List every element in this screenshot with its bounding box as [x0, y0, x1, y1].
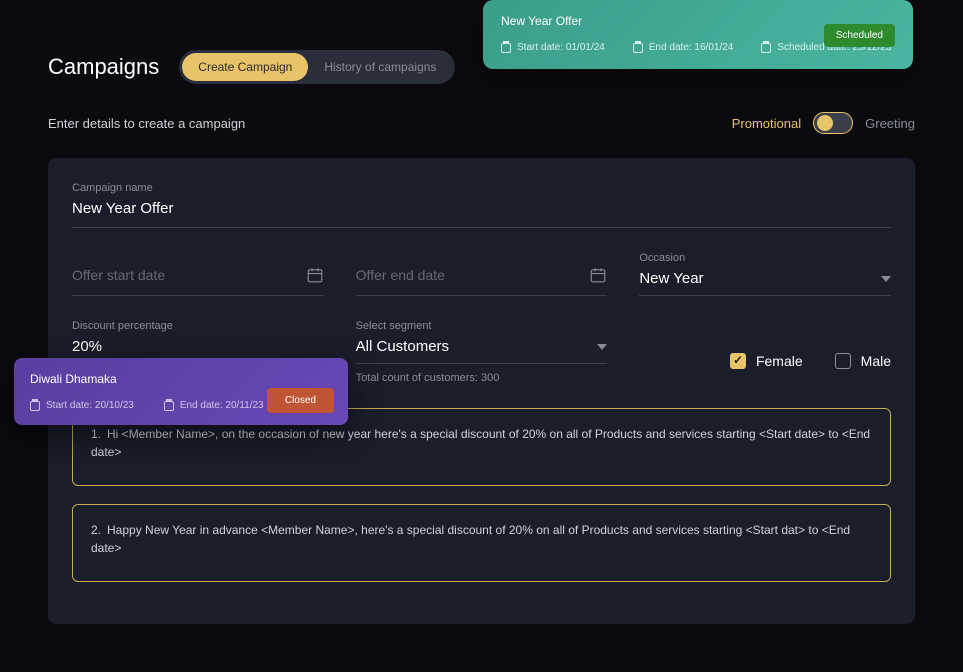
toast-closed: Diwali Dhamaka Start date: 20/10/23 End … — [14, 358, 348, 425]
calendar-icon — [501, 43, 511, 53]
toast-end-date: End date: 16/01/24 — [633, 42, 734, 53]
toast-title: Diwali Dhamaka — [30, 372, 332, 386]
calendar-icon — [306, 266, 324, 284]
badge-scheduled: Scheduled — [824, 24, 895, 47]
template-num: 2. — [91, 523, 101, 537]
checkbox-male[interactable] — [835, 353, 851, 369]
start-date-field[interactable]: Offer start date — [72, 252, 324, 296]
campaign-name-field[interactable]: Campaign name New Year Offer — [72, 182, 891, 228]
gender-male[interactable]: Male — [835, 353, 891, 369]
template-text: Hi <Member Name>, on the occasion of new… — [91, 427, 870, 459]
toast-start-date: Start date: 01/01/24 — [501, 42, 605, 53]
checkbox-female[interactable] — [730, 353, 746, 369]
template-num: 1. — [91, 427, 101, 441]
segment-field[interactable]: Select segment All Customers Total count… — [356, 320, 608, 384]
message-template-2[interactable]: 2.Happy New Year in advance <Member Name… — [72, 504, 891, 582]
calendar-icon — [30, 401, 40, 411]
occasion-field[interactable]: Occasion New Year — [639, 252, 891, 296]
campaign-name-value: New Year Offer — [72, 200, 891, 227]
occasion-value: New Year — [639, 270, 703, 287]
campaign-name-label: Campaign name — [72, 182, 891, 194]
toggle-switch[interactable] — [813, 112, 853, 134]
customer-count: Total count of customers: 300 — [356, 372, 608, 384]
calendar-icon — [164, 401, 174, 411]
toggle-greeting-label: Greeting — [865, 116, 915, 131]
chevron-down-icon — [597, 344, 607, 350]
toggle-promotional-label: Promotional — [732, 116, 801, 131]
gender-group: Female Male — [639, 320, 891, 384]
segment-label: Select segment — [356, 320, 608, 332]
occasion-label: Occasion — [639, 252, 891, 264]
badge-closed: Closed — [267, 388, 334, 413]
tab-group: Create Campaign History of campaigns — [179, 50, 455, 84]
chevron-down-icon — [881, 276, 891, 282]
tab-create-campaign[interactable]: Create Campaign — [182, 53, 308, 81]
start-date-placeholder: Offer start date — [72, 267, 165, 283]
calendar-icon — [761, 43, 771, 53]
page-title: Campaigns — [48, 54, 159, 80]
male-label: Male — [861, 353, 891, 369]
template-text: Happy New Year in advance <Member Name>,… — [91, 523, 850, 555]
subheader-hint: Enter details to create a campaign — [48, 116, 245, 131]
calendar-icon — [633, 43, 643, 53]
female-label: Female — [756, 353, 803, 369]
calendar-icon — [589, 266, 607, 284]
gender-female[interactable]: Female — [730, 353, 803, 369]
toast-end-date: End date: 20/11/23 — [164, 400, 264, 411]
end-date-placeholder: Offer end date — [356, 267, 445, 283]
segment-value: All Customers — [356, 338, 449, 355]
toggle-group: Promotional Greeting — [732, 112, 915, 134]
tab-history[interactable]: History of campaigns — [308, 53, 452, 81]
toggle-knob — [817, 115, 833, 131]
toast-start-date: Start date: 20/10/23 — [30, 400, 134, 411]
toast-scheduled: New Year Offer Start date: 01/01/24 End … — [483, 0, 913, 69]
end-date-field[interactable]: Offer end date — [356, 252, 608, 296]
discount-label: Discount percentage — [72, 320, 324, 332]
